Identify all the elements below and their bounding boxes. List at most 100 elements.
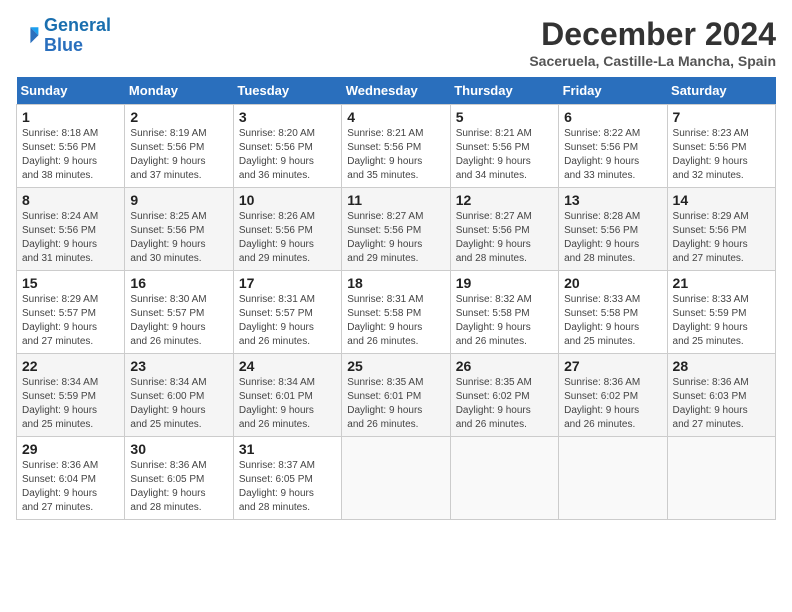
day-number: 24 — [239, 358, 336, 374]
header-cell-sunday: Sunday — [17, 77, 125, 105]
day-info: Sunrise: 8:23 AM Sunset: 5:56 PM Dayligh… — [673, 127, 770, 183]
calendar-cell: 6 Sunrise: 8:22 AM Sunset: 5:56 PM Daylig… — [559, 105, 667, 188]
calendar-cell: 26 Sunrise: 8:35 AM Sunset: 6:02 PM Dayli… — [450, 354, 558, 437]
day-info: Sunrise: 8:36 AM Sunset: 6:04 PM Dayligh… — [22, 459, 119, 515]
day-info: Sunrise: 8:28 AM Sunset: 5:56 PM Dayligh… — [564, 210, 661, 266]
calendar-cell: 31 Sunrise: 8:37 AM Sunset: 6:05 PM Dayli… — [233, 437, 341, 520]
calendar-cell: 30 Sunrise: 8:36 AM Sunset: 6:05 PM Dayli… — [125, 437, 233, 520]
day-info: Sunrise: 8:33 AM Sunset: 5:58 PM Dayligh… — [564, 293, 661, 349]
header-cell-friday: Friday — [559, 77, 667, 105]
calendar-week-row: 15 Sunrise: 8:29 AM Sunset: 5:57 PM Dayli… — [17, 271, 776, 354]
day-info: Sunrise: 8:36 AM Sunset: 6:05 PM Dayligh… — [130, 459, 227, 515]
day-number: 18 — [347, 275, 444, 291]
calendar-cell: 28 Sunrise: 8:36 AM Sunset: 6:03 PM Dayli… — [667, 354, 775, 437]
calendar-cell — [342, 437, 450, 520]
calendar-week-row: 29 Sunrise: 8:36 AM Sunset: 6:04 PM Dayli… — [17, 437, 776, 520]
calendar-cell: 18 Sunrise: 8:31 AM Sunset: 5:58 PM Dayli… — [342, 271, 450, 354]
day-number: 11 — [347, 192, 444, 208]
logo-text: General Blue — [44, 16, 111, 56]
day-number: 25 — [347, 358, 444, 374]
header-cell-saturday: Saturday — [667, 77, 775, 105]
logo-icon — [16, 24, 40, 48]
calendar-cell — [450, 437, 558, 520]
calendar-cell: 19Sunrise: 8:32 AM Sunset: 5:58 PM Dayli… — [450, 271, 558, 354]
day-number: 16 — [130, 275, 227, 291]
day-info: Sunrise: 8:34 AM Sunset: 6:01 PM Dayligh… — [239, 376, 336, 432]
calendar-cell: 15 Sunrise: 8:29 AM Sunset: 5:57 PM Dayli… — [17, 271, 125, 354]
calendar-title: December 2024 — [529, 16, 776, 53]
calendar-cell: 12Sunrise: 8:27 AM Sunset: 5:56 PM Dayli… — [450, 188, 558, 271]
calendar-cell: 24 Sunrise: 8:34 AM Sunset: 6:01 PM Dayli… — [233, 354, 341, 437]
calendar-cell: 5Sunrise: 8:21 AM Sunset: 5:56 PM Daylig… — [450, 105, 558, 188]
day-number: 4 — [347, 109, 444, 125]
day-info: Sunrise: 8:24 AM Sunset: 5:56 PM Dayligh… — [22, 210, 119, 266]
day-info: Sunrise: 8:36 AM Sunset: 6:03 PM Dayligh… — [673, 376, 770, 432]
day-info: Sunrise: 8:29 AM Sunset: 5:56 PM Dayligh… — [673, 210, 770, 266]
day-number: 26 — [456, 358, 553, 374]
calendar-cell: 17Sunrise: 8:31 AM Sunset: 5:57 PM Dayli… — [233, 271, 341, 354]
day-info: Sunrise: 8:32 AM Sunset: 5:58 PM Dayligh… — [456, 293, 553, 349]
calendar-cell: 22Sunrise: 8:34 AM Sunset: 5:59 PM Dayli… — [17, 354, 125, 437]
calendar-cell: 7 Sunrise: 8:23 AM Sunset: 5:56 PM Daylig… — [667, 105, 775, 188]
day-number: 6 — [564, 109, 661, 125]
day-info: Sunrise: 8:35 AM Sunset: 6:01 PM Dayligh… — [347, 376, 444, 432]
day-number: 1 — [22, 109, 119, 125]
day-info: Sunrise: 8:30 AM Sunset: 5:57 PM Dayligh… — [130, 293, 227, 349]
logo-line2: Blue — [44, 35, 83, 55]
day-number: 15 — [22, 275, 119, 291]
day-number: 5 — [456, 109, 553, 125]
calendar-cell: 13 Sunrise: 8:28 AM Sunset: 5:56 PM Dayli… — [559, 188, 667, 271]
calendar-header-row: SundayMondayTuesdayWednesdayThursdayFrid… — [17, 77, 776, 105]
day-info: Sunrise: 8:36 AM Sunset: 6:02 PM Dayligh… — [564, 376, 661, 432]
calendar-cell: 1 Sunrise: 8:18 AM Sunset: 5:56 PM Daylig… — [17, 105, 125, 188]
calendar-cell: 16 Sunrise: 8:30 AM Sunset: 5:57 PM Dayli… — [125, 271, 233, 354]
calendar-week-row: 8 Sunrise: 8:24 AM Sunset: 5:56 PM Daylig… — [17, 188, 776, 271]
day-number: 7 — [673, 109, 770, 125]
day-number: 22 — [22, 358, 119, 374]
calendar-cell: 14Sunrise: 8:29 AM Sunset: 5:56 PM Dayli… — [667, 188, 775, 271]
day-number: 28 — [673, 358, 770, 374]
day-number: 29 — [22, 441, 119, 457]
calendar-week-row: 22Sunrise: 8:34 AM Sunset: 5:59 PM Dayli… — [17, 354, 776, 437]
calendar-subtitle: Saceruela, Castille-La Mancha, Spain — [529, 53, 776, 69]
day-number: 27 — [564, 358, 661, 374]
calendar-cell: 21 Sunrise: 8:33 AM Sunset: 5:59 PM Dayli… — [667, 271, 775, 354]
day-info: Sunrise: 8:20 AM Sunset: 5:56 PM Dayligh… — [239, 127, 336, 183]
calendar-cell: 29 Sunrise: 8:36 AM Sunset: 6:04 PM Dayli… — [17, 437, 125, 520]
day-info: Sunrise: 8:37 AM Sunset: 6:05 PM Dayligh… — [239, 459, 336, 515]
day-info: Sunrise: 8:31 AM Sunset: 5:58 PM Dayligh… — [347, 293, 444, 349]
day-number: 10 — [239, 192, 336, 208]
calendar-cell: 2 Sunrise: 8:19 AM Sunset: 5:56 PM Daylig… — [125, 105, 233, 188]
calendar-week-row: 1 Sunrise: 8:18 AM Sunset: 5:56 PM Daylig… — [17, 105, 776, 188]
day-number: 21 — [673, 275, 770, 291]
day-info: Sunrise: 8:31 AM Sunset: 5:57 PM Dayligh… — [239, 293, 336, 349]
day-info: Sunrise: 8:22 AM Sunset: 5:56 PM Dayligh… — [564, 127, 661, 183]
calendar-cell — [667, 437, 775, 520]
day-number: 13 — [564, 192, 661, 208]
title-section: December 2024 Saceruela, Castille-La Man… — [529, 16, 776, 69]
logo-line1: General — [44, 15, 111, 35]
day-number: 31 — [239, 441, 336, 457]
day-number: 8 — [22, 192, 119, 208]
calendar-cell: 9Sunrise: 8:25 AM Sunset: 5:56 PM Daylig… — [125, 188, 233, 271]
day-info: Sunrise: 8:18 AM Sunset: 5:56 PM Dayligh… — [22, 127, 119, 183]
day-number: 3 — [239, 109, 336, 125]
calendar-cell — [559, 437, 667, 520]
day-info: Sunrise: 8:34 AM Sunset: 6:00 PM Dayligh… — [130, 376, 227, 432]
day-info: Sunrise: 8:25 AM Sunset: 5:56 PM Dayligh… — [130, 210, 227, 266]
header-cell-wednesday: Wednesday — [342, 77, 450, 105]
day-info: Sunrise: 8:29 AM Sunset: 5:57 PM Dayligh… — [22, 293, 119, 349]
calendar-cell: 20Sunrise: 8:33 AM Sunset: 5:58 PM Dayli… — [559, 271, 667, 354]
calendar-table: SundayMondayTuesdayWednesdayThursdayFrid… — [16, 77, 776, 520]
day-number: 30 — [130, 441, 227, 457]
day-number: 2 — [130, 109, 227, 125]
day-info: Sunrise: 8:35 AM Sunset: 6:02 PM Dayligh… — [456, 376, 553, 432]
calendar-cell: 23Sunrise: 8:34 AM Sunset: 6:00 PM Dayli… — [125, 354, 233, 437]
calendar-cell: 11Sunrise: 8:27 AM Sunset: 5:56 PM Dayli… — [342, 188, 450, 271]
day-info: Sunrise: 8:33 AM Sunset: 5:59 PM Dayligh… — [673, 293, 770, 349]
day-info: Sunrise: 8:19 AM Sunset: 5:56 PM Dayligh… — [130, 127, 227, 183]
calendar-cell: 25 Sunrise: 8:35 AM Sunset: 6:01 PM Dayli… — [342, 354, 450, 437]
day-info: Sunrise: 8:21 AM Sunset: 5:56 PM Dayligh… — [347, 127, 444, 183]
calendar-cell: 8 Sunrise: 8:24 AM Sunset: 5:56 PM Daylig… — [17, 188, 125, 271]
header-cell-thursday: Thursday — [450, 77, 558, 105]
